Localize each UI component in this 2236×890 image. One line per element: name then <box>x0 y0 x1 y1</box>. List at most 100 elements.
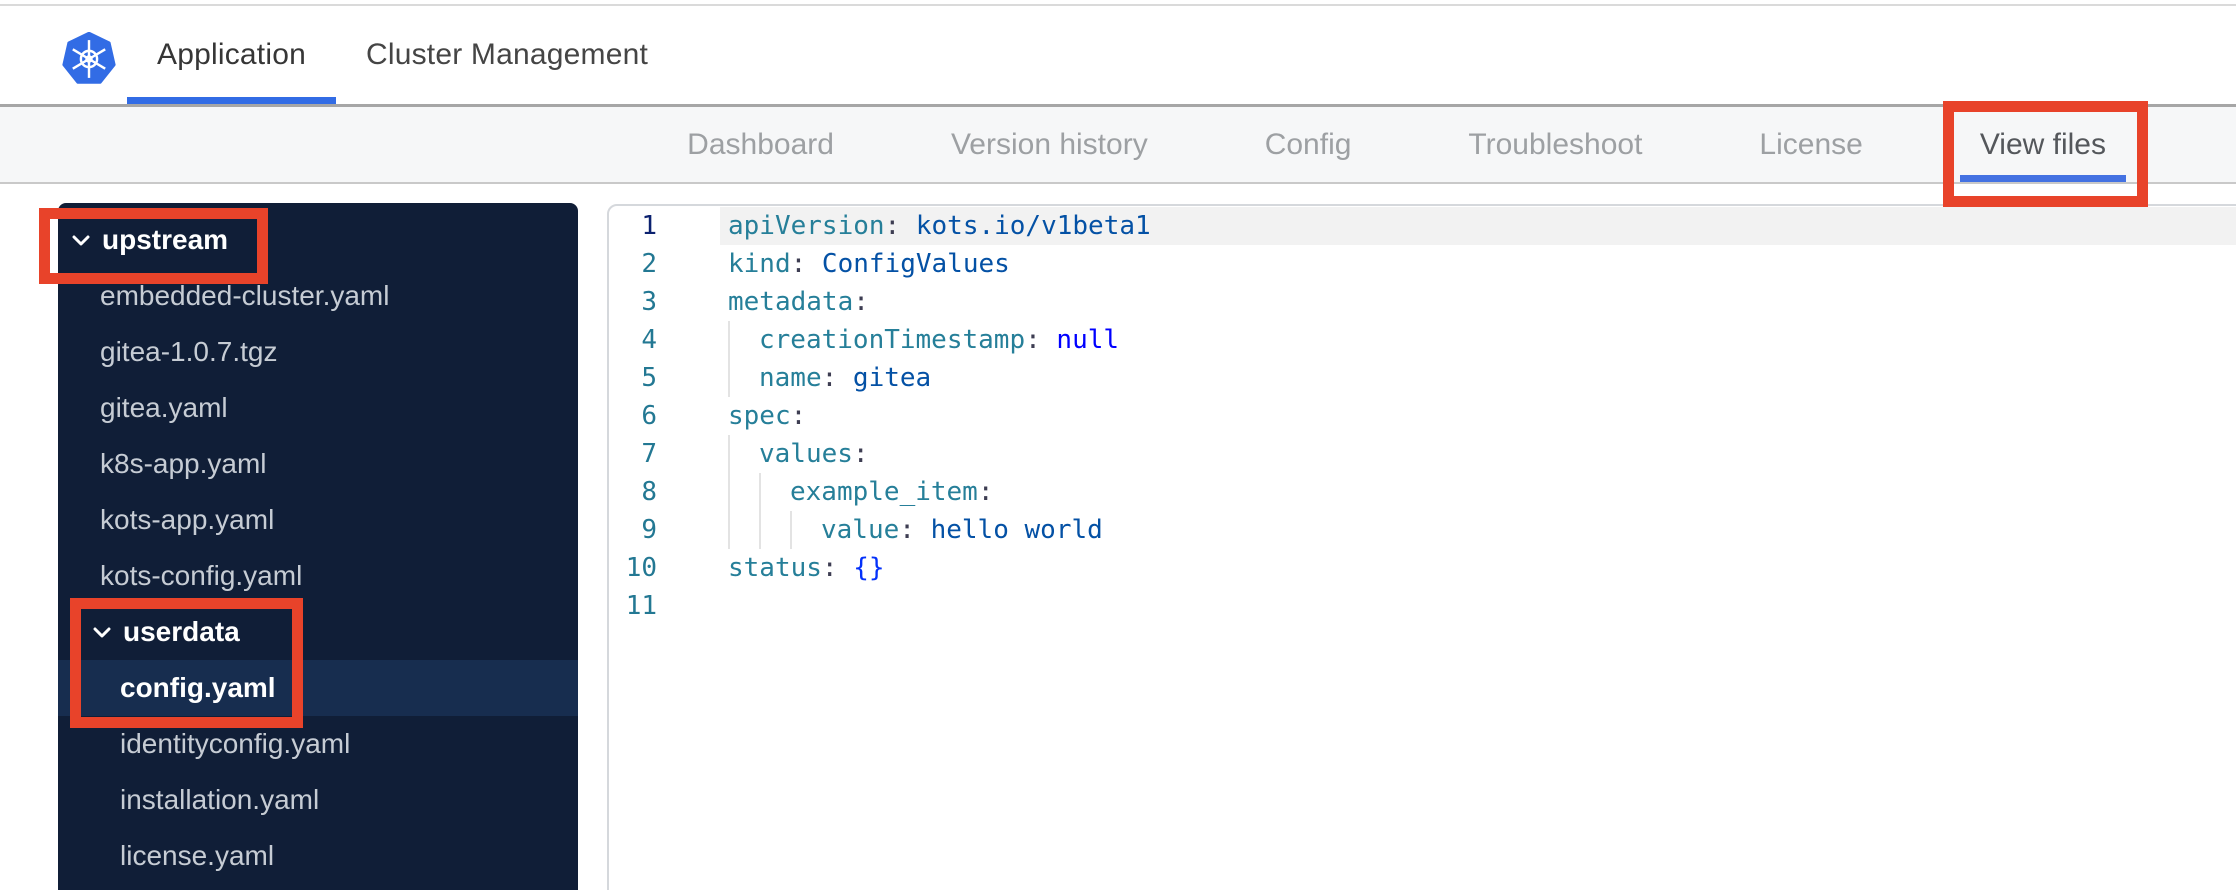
code-text: example_item: <box>720 473 2236 511</box>
file-label: kots-app.yaml <box>100 504 275 535</box>
tree-item-gitea-yaml[interactable]: gitea.yaml <box>58 380 578 436</box>
token-value: hello world <box>914 515 1103 545</box>
code-line-9[interactable]: 9 value: hello world <box>609 511 2236 549</box>
code-text: status: {} <box>720 549 2236 587</box>
tree-item-identityconfig-yaml[interactable]: identityconfig.yaml <box>58 716 578 772</box>
line-number: 11 <box>625 591 657 621</box>
token-colon: : <box>821 553 838 583</box>
app-subnav: Dashboard Version history Config Troublesho… <box>0 104 2236 184</box>
code-editor[interactable]: 1 apiVersion: kots.io/v1beta1 2 kind: Confi… <box>607 204 2236 890</box>
tree-item-kots-config-yaml[interactable]: kots-config.yaml <box>58 548 578 604</box>
token-key: value <box>821 515 900 545</box>
token-key: creationTimestamp <box>759 325 1026 355</box>
file-label: installation.yaml <box>120 784 320 815</box>
code-text: spec: <box>720 397 2236 435</box>
header-tab-application[interactable]: Application <box>127 6 336 104</box>
code-line-4[interactable]: 4 creationTimestamp: null <box>609 321 2236 359</box>
chevron-down-icon <box>93 627 111 637</box>
indent-guide <box>728 435 759 473</box>
code-text: kind: ConfigValues <box>720 245 2236 283</box>
token-key: name <box>759 363 822 393</box>
code-text: values: <box>720 435 2236 473</box>
code-text: metadata: <box>720 283 2236 321</box>
header-tab-cluster-management[interactable]: Cluster Management <box>336 6 678 104</box>
code-line-3[interactable]: 3 metadata: <box>609 283 2236 321</box>
code-text: apiVersion: kots.io/v1beta1 <box>720 207 2236 245</box>
line-number: 2 <box>641 249 657 279</box>
tab-view-files[interactable]: View files <box>1959 107 2127 182</box>
code-text: name: gitea <box>720 359 2236 397</box>
token-key: status <box>728 553 822 583</box>
code-line-11[interactable]: 11 <box>609 587 2236 625</box>
folder-label: upstream <box>102 224 229 255</box>
token-value: gitea <box>837 363 932 393</box>
indent-guide <box>790 511 821 549</box>
tree-item-k8s-app-yaml[interactable]: k8s-app.yaml <box>58 436 578 492</box>
indent-guide <box>728 321 759 359</box>
indent-guide <box>759 511 790 549</box>
code-line-2[interactable]: 2 kind: ConfigValues <box>609 245 2236 283</box>
token-key: apiVersion <box>728 211 885 241</box>
token-colon: : <box>821 363 838 393</box>
code-line-8[interactable]: 8 example_item: <box>609 473 2236 511</box>
tree-item-gitea-1-0-7-tgz[interactable]: gitea-1.0.7.tgz <box>58 324 578 380</box>
header-tabs: Application Cluster Management <box>127 6 678 104</box>
token-key: spec <box>728 401 791 431</box>
line-number: 8 <box>641 477 657 507</box>
line-number: 6 <box>641 401 657 431</box>
indent-guide <box>728 359 759 397</box>
line-number: 9 <box>641 515 657 545</box>
file-label: kots-config.yaml <box>100 560 303 591</box>
tree-item-license-yaml[interactable]: license.yaml <box>58 828 578 884</box>
token-colon: : <box>853 287 869 317</box>
file-label: gitea-1.0.7.tgz <box>100 336 278 367</box>
file-label: gitea.yaml <box>100 392 228 423</box>
line-number: 1 <box>641 211 657 241</box>
app-header: Application Cluster Management <box>0 6 2236 104</box>
kubernetes-logo-icon <box>62 31 116 86</box>
line-number: 3 <box>641 287 657 317</box>
token-colon: : <box>1025 325 1041 355</box>
code-line-10[interactable]: 10 status: {} <box>609 549 2236 587</box>
token-keyword: null <box>1040 325 1120 355</box>
tab-config[interactable]: Config <box>1245 107 1372 182</box>
tree-item-embedded-cluster-yaml[interactable]: embedded-cluster.yaml <box>58 268 578 324</box>
tree-item-config-yaml[interactable]: config.yaml <box>58 660 578 716</box>
tree-item-installation-yaml[interactable]: installation.yaml <box>58 772 578 828</box>
tree-item-upstream[interactable]: upstream <box>58 212 578 268</box>
code-line-1[interactable]: 1 apiVersion: kots.io/v1beta1 <box>609 207 2236 245</box>
tab-troubleshoot[interactable]: Troubleshoot <box>1448 107 1662 182</box>
indent-guide <box>728 473 759 511</box>
line-number: 10 <box>625 553 657 583</box>
tree-item-userdata[interactable]: userdata <box>58 604 578 660</box>
token-colon: : <box>790 249 807 279</box>
token-colon: : <box>977 477 994 507</box>
token-colon: : <box>899 515 915 545</box>
chevron-down-icon <box>72 235 90 245</box>
token-bracket: {} <box>837 553 885 583</box>
file-tree-sidebar: upstream embedded-cluster.yaml gitea-1.0.7… <box>58 203 578 890</box>
code-text: creationTimestamp: null <box>720 321 2236 359</box>
code-editor-lines: 1 apiVersion: kots.io/v1beta1 2 kind: Confi… <box>609 207 2236 625</box>
token-value: ConfigValues <box>806 249 1010 279</box>
token-key: example_item <box>790 477 978 507</box>
line-number: 4 <box>641 325 657 355</box>
token-value: kots.io/v1beta1 <box>900 211 1151 241</box>
code-text: value: hello world <box>720 511 2236 549</box>
code-line-5[interactable]: 5 name: gitea <box>609 359 2236 397</box>
tab-license[interactable]: License <box>1739 107 1882 182</box>
line-number: 5 <box>641 363 657 393</box>
tab-version-history[interactable]: Version history <box>931 107 1168 182</box>
token-colon: : <box>790 401 807 431</box>
tree-item-kots-app-yaml[interactable]: kots-app.yaml <box>58 492 578 548</box>
file-label: identityconfig.yaml <box>120 728 351 759</box>
folder-label: userdata <box>123 616 240 647</box>
file-label: embedded-cluster.yaml <box>100 280 390 311</box>
file-label: k8s-app.yaml <box>100 448 267 479</box>
kots-admin-console: Application Cluster Management Dashboard V… <box>0 0 2236 890</box>
tab-dashboard[interactable]: Dashboard <box>667 107 854 182</box>
code-line-7[interactable]: 7 values: <box>609 435 2236 473</box>
token-key: metadata <box>728 287 854 317</box>
code-line-6[interactable]: 6 spec: <box>609 397 2236 435</box>
